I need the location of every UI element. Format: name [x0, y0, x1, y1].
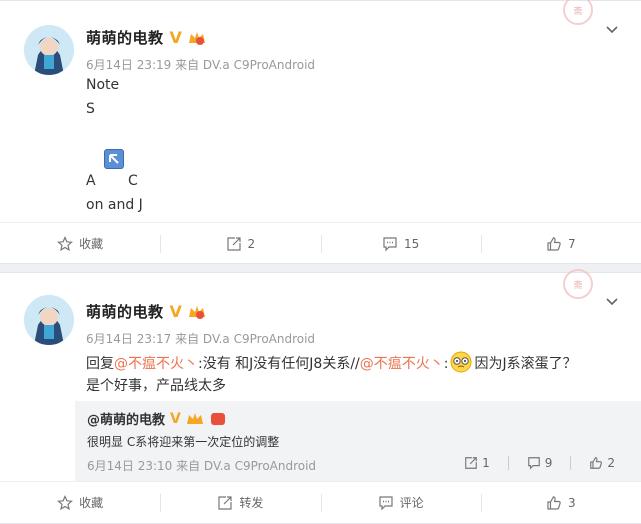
quoted-like-button[interactable]: 2	[589, 456, 615, 470]
red-badge-icon	[210, 412, 225, 425]
post-card-1: 斋 萌萌的电教 V 6月14日 23:19 来自 DV.a C9ProAndro…	[0, 0, 641, 264]
repost-label: 转发	[239, 496, 264, 510]
comment-button[interactable]: 15	[320, 223, 481, 264]
comment-icon	[527, 457, 540, 470]
stamp-text: 斋	[573, 6, 583, 17]
quoted-like-count: 2	[607, 456, 615, 470]
repost-button[interactable]: 转发	[160, 482, 320, 523]
post-text: 因为J系滚蛋了？	[474, 356, 577, 372]
avatar[interactable]	[24, 295, 74, 345]
quoted-actions: 1 9 2	[464, 456, 615, 470]
avatar[interactable]	[24, 25, 74, 75]
action-bar: 收藏 2 15 7	[0, 222, 641, 264]
member-crown-icon	[188, 305, 205, 319]
like-button[interactable]: 7	[480, 223, 641, 264]
quoted-repost-count: 1	[482, 456, 490, 470]
author-name[interactable]: 萌萌的电教	[86, 27, 164, 48]
favorite-label: 收藏	[79, 496, 104, 510]
author-row: 萌萌的电教 V	[86, 301, 206, 322]
divider	[570, 456, 572, 470]
quoted-repost-button[interactable]: 1	[464, 456, 490, 470]
thumbs-up-icon	[590, 456, 603, 469]
favorite-label: 收藏	[79, 237, 104, 251]
stamp-watermark: 斋	[563, 269, 593, 299]
quoted-comment-button[interactable]: 9	[527, 456, 553, 470]
quoted-author-name[interactable]: @萌萌的电教	[87, 409, 165, 428]
comment-count: 15	[403, 236, 420, 251]
post-text: :	[443, 356, 449, 372]
favorite-button[interactable]: 收藏	[0, 482, 160, 523]
repost-icon	[465, 457, 477, 469]
member-crown-icon	[186, 412, 203, 424]
arrow-up-left-emoji-icon	[104, 149, 124, 169]
repost-icon	[226, 236, 241, 251]
confused-face-emoji-icon	[450, 351, 472, 373]
post-text-line: C	[128, 173, 138, 189]
star-icon	[57, 494, 74, 510]
post-text-line: 回复@不瘟不火丶:没有 和J没有任何J8关系//@不瘟不火丶: 因为J系滚蛋了？	[86, 351, 577, 373]
mention-link[interactable]: @不瘟不火丶	[114, 356, 198, 372]
thumbs-up-icon	[547, 495, 561, 510]
chevron-down-icon[interactable]	[605, 23, 619, 37]
favorite-button[interactable]: 收藏	[0, 223, 160, 264]
quoted-text: 很明显 C系将迎来第一次定位的调整	[87, 435, 280, 449]
member-crown-icon	[188, 31, 205, 45]
chevron-down-icon[interactable]	[605, 295, 619, 309]
thumbs-up-icon	[547, 236, 561, 251]
action-bar: 收藏 转发 评论 3	[0, 481, 641, 523]
quoted-post[interactable]: @萌萌的电教 V 很明显 C系将迎来第一次定位的调整 6月14日 23:10 来…	[75, 401, 641, 481]
like-count: 3	[568, 495, 576, 510]
post-text-line: on and J	[86, 197, 143, 213]
quoted-author-row: @萌萌的电教 V	[87, 409, 227, 428]
repost-button[interactable]: 2	[160, 223, 320, 264]
comment-icon	[383, 236, 397, 251]
repost-count: 2	[247, 236, 256, 251]
stamp-watermark: 斋	[563, 0, 593, 25]
author-name[interactable]: 萌萌的电教	[86, 301, 164, 322]
post-text-line: A	[86, 173, 96, 189]
verified-badge-icon: V	[170, 410, 181, 427]
mention-link[interactable]: @不瘟不火丶	[360, 356, 444, 372]
repost-icon	[218, 495, 232, 510]
post-text: :没有 和J没有任何J8关系//	[198, 356, 360, 372]
divider	[507, 456, 509, 470]
verified-badge-icon: V	[169, 28, 182, 47]
post-meta: 6月14日 23:19 来自 DV.a C9ProAndroid	[86, 58, 316, 72]
post-text-line: S	[86, 101, 95, 117]
post-meta: 6月14日 23:17 来自 DV.a C9ProAndroid	[86, 332, 316, 346]
post-text-line: 是个好事，产品线太多	[86, 378, 226, 394]
post-text-line: Note	[86, 77, 120, 93]
verified-badge-icon: V	[169, 302, 182, 321]
comment-icon	[379, 495, 393, 510]
comment-label: 评论	[399, 496, 424, 510]
author-row: 萌萌的电教 V	[86, 27, 206, 48]
post-card-2: 斋 萌萌的电教 V 6月14日 23:17 来自 DV.a C9ProAndro…	[0, 269, 641, 524]
like-count: 7	[568, 236, 576, 251]
quoted-meta: 6月14日 23:10 来自 DV.a C9ProAndroid	[87, 459, 317, 473]
reply-prefix: 回复	[86, 356, 114, 372]
stamp-text: 斋	[573, 280, 583, 291]
star-icon	[57, 235, 74, 251]
quoted-comment-count: 9	[544, 456, 553, 470]
comment-button[interactable]: 评论	[320, 482, 481, 523]
like-button[interactable]: 3	[480, 482, 641, 523]
